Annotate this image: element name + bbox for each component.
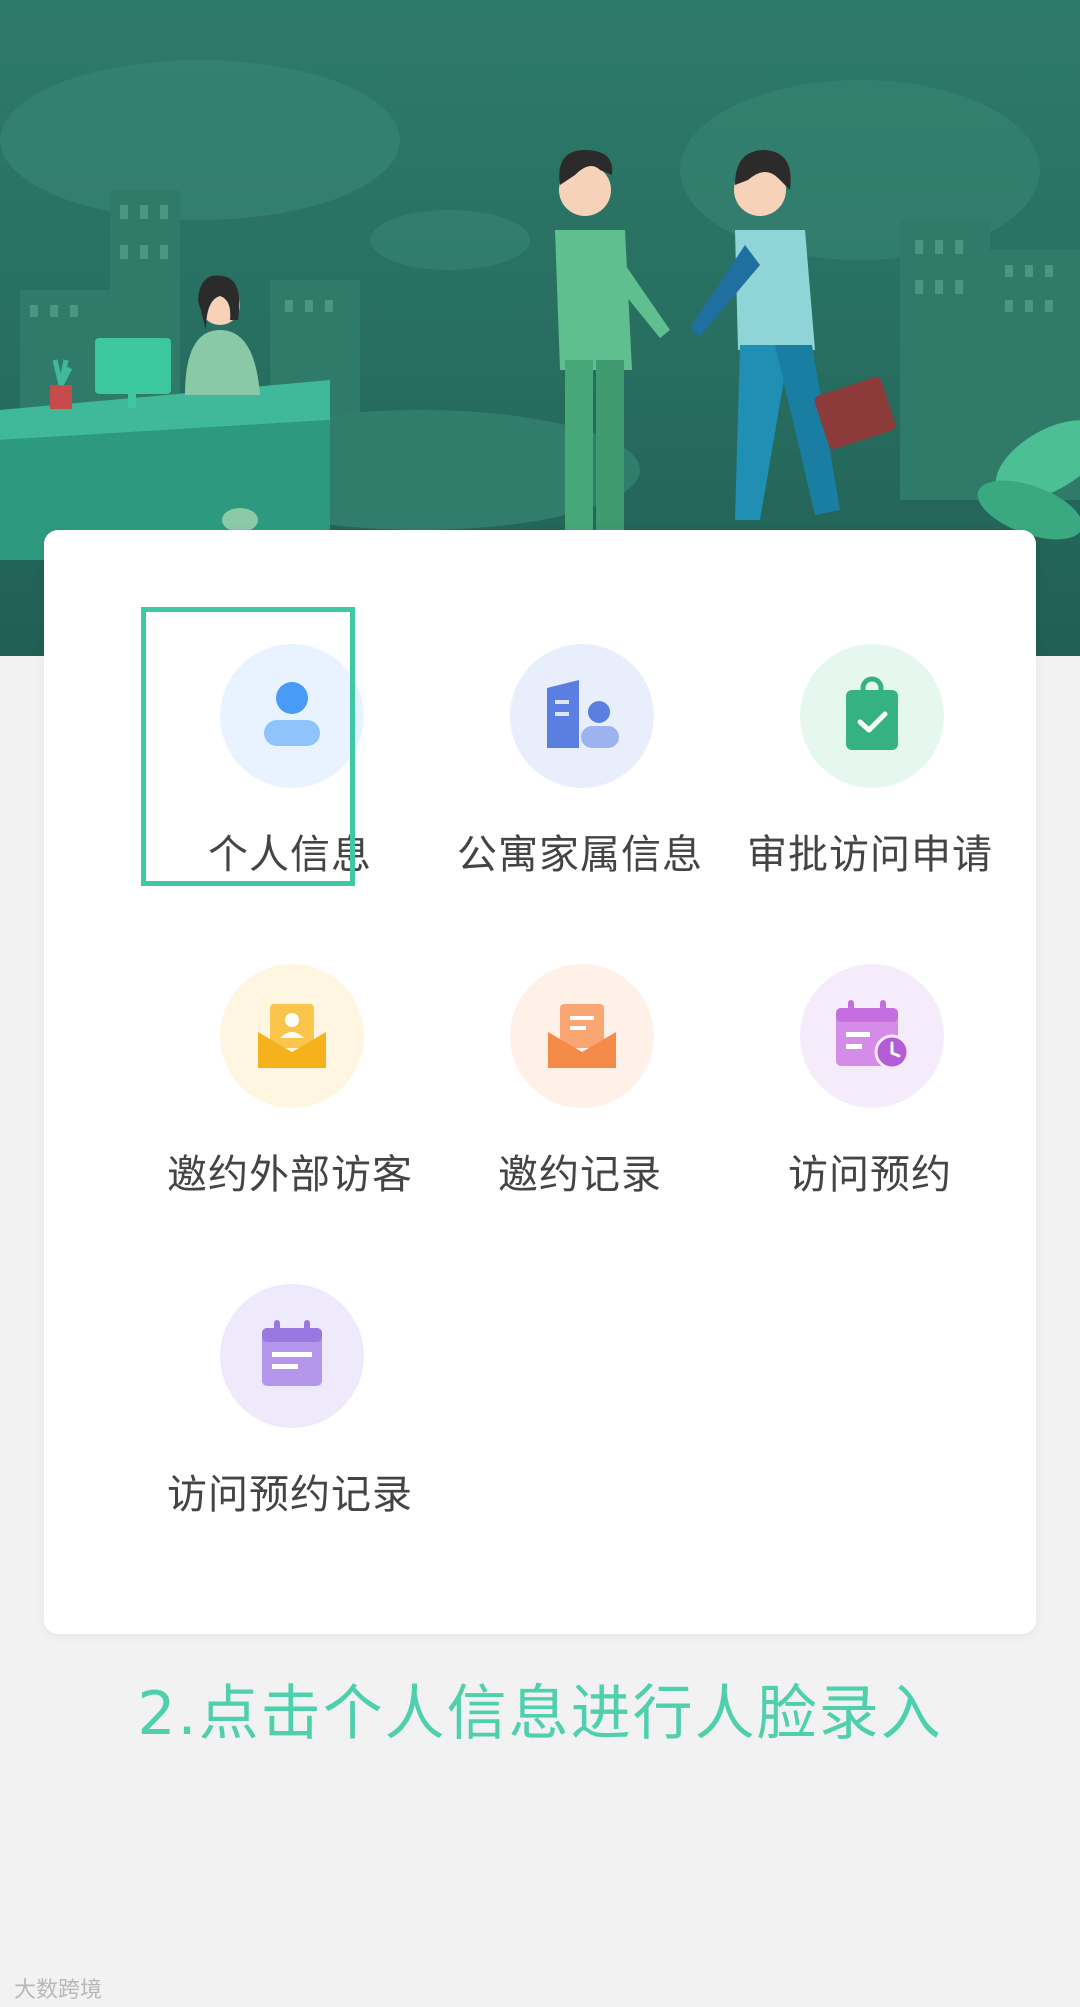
menu-item-approve-visit-request[interactable]: 审批访问申请 xyxy=(725,604,1015,878)
watermark: 大数跨境 xyxy=(14,1978,103,2003)
menu-item-visit-appointment-record[interactable]: 访问预约记录 xyxy=(145,1244,435,1518)
menu-item-invite-external-visitor[interactable]: 邀约外部访客 xyxy=(145,924,435,1198)
menu-item-label: 邀约外部访客 xyxy=(167,1152,413,1198)
instruction-text: 2.点击个人信息进行人脸录入 xyxy=(137,1679,943,1749)
invite-visitor-icon xyxy=(220,964,364,1108)
menu-item-label: 访问预约 xyxy=(788,1152,952,1198)
menu-item-label: 访问预约记录 xyxy=(167,1472,413,1518)
menu-item-label: 公寓家属信息 xyxy=(457,832,703,878)
calendar-clock-icon xyxy=(800,964,944,1108)
invite-record-icon xyxy=(510,964,654,1108)
menu-item-invite-record[interactable]: 邀约记录 xyxy=(435,924,725,1198)
clipboard-check-icon xyxy=(800,644,944,788)
calendar-record-icon xyxy=(220,1284,364,1428)
menu-item-label: 邀约记录 xyxy=(498,1152,662,1198)
highlight-frame xyxy=(141,607,355,886)
apartment-family-icon xyxy=(510,644,654,788)
menu-item-visit-appointment[interactable]: 访问预约 xyxy=(725,924,1015,1198)
menu-item-label: 审批访问申请 xyxy=(747,832,993,878)
menu-item-apartment-family-info[interactable]: 公寓家属信息 xyxy=(435,604,725,878)
